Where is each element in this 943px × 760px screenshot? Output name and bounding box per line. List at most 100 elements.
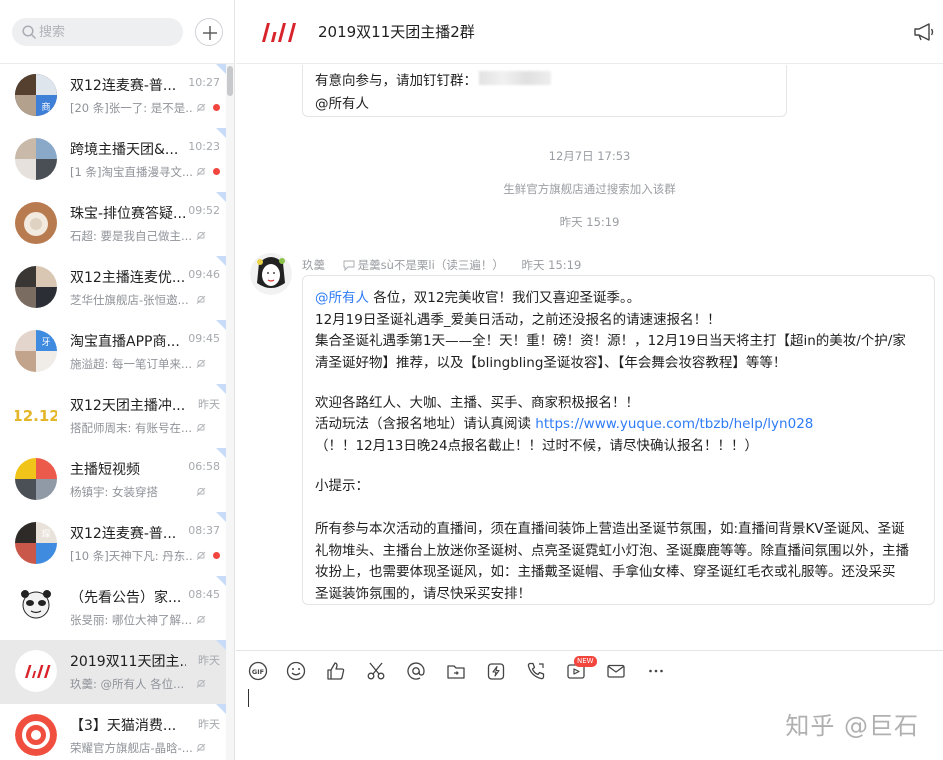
search-bar[interactable] — [12, 18, 183, 46]
thumbs-up-icon — [327, 662, 345, 680]
group-avatar: 商 — [15, 74, 57, 116]
quote-bubble-icon — [343, 260, 355, 271]
chat-header: 2019双11天团主播2群 — [236, 0, 943, 64]
conversation-item[interactable]: 跨境主播天团&... 10:23 [1 条]淘宝直播漫寻文... — [0, 128, 226, 192]
call-button[interactable] — [526, 661, 546, 681]
add-button[interactable] — [195, 18, 223, 46]
message-line: 圣诞装饰氛围的，请尽快采买安排！ — [315, 586, 531, 602]
svg-text:商: 商 — [41, 101, 50, 113]
message-input[interactable] — [250, 687, 750, 747]
conversation-item[interactable]: 琛 双12连麦赛-普... 08:37 [10 条]天神下凡: 丹东... — [0, 512, 226, 576]
conversation-time: 10:23 — [188, 140, 220, 153]
text-cursor — [248, 689, 249, 707]
mute-bell-icon — [196, 231, 206, 240]
corner-marker — [216, 128, 226, 138]
search-input[interactable] — [39, 22, 179, 42]
event-link[interactable]: https://www.yuque.com/tbzb/help/lyn028 — [535, 416, 813, 432]
timestamp-divider: 昨天 15:19 — [559, 215, 620, 229]
conversation-preview: [10 条]天神下凡: 丹东... — [70, 549, 194, 563]
conversation-item[interactable]: 12.12 双12天团主播冲... 昨天 搭配师周末: 有账号在... — [0, 384, 226, 448]
message-composer: GIF NEW 知乎 @巨石 — [236, 650, 943, 760]
conversation-sidebar: 商 双12连麦赛-普... 10:27 [20 条]张一了: 是不是... 跨境… — [0, 0, 235, 760]
message-line: 欢迎各路红人、大咖、主播、买手、商家积极报名！！ — [315, 395, 639, 411]
message-line: 礼物堆头、主播台上放迷你圣诞树、点亮圣诞霓虹小灯泡、圣诞麋鹿等等。除直播间氛围以… — [315, 543, 909, 559]
corner-marker — [216, 320, 226, 330]
conversation-item[interactable]: 牙 淘宝直播APP商... 09:45 施溢超: 每一笔订单来... — [0, 320, 226, 384]
conversation-preview: 张旻丽: 哪位大神了解... — [70, 613, 192, 627]
conversation-title: 淘宝直播APP商... — [70, 334, 180, 350]
mute-bell-icon — [196, 615, 206, 624]
ding-button[interactable] — [486, 661, 506, 681]
conversation-preview: [1 条]淘宝直播漫寻文... — [70, 165, 193, 179]
mail-icon — [607, 664, 625, 678]
message-text: 各位，双12完美收官！我们又喜迎圣诞季。。 — [369, 290, 641, 306]
mail-button[interactable] — [606, 661, 626, 681]
megaphone-icon[interactable] — [913, 22, 935, 42]
message-line: 所有参与本次活动的直播间，须在直播间装饰上营造出圣诞节氛围，如:直播间背景KV圣… — [315, 521, 905, 537]
message-line: 妆扮上，也需要体现圣诞风，如：主播戴圣诞帽、手拿仙女棒、穿圣诞红毛衣或礼服等。还… — [315, 564, 896, 580]
conversation-title: 主播短视频 — [70, 462, 140, 478]
mute-bell-icon — [196, 679, 206, 688]
gif-button[interactable]: GIF — [248, 661, 268, 681]
message-line: 小提示： — [315, 478, 369, 494]
group-avatar: 牙 — [15, 330, 57, 372]
group-avatar — [15, 266, 57, 308]
list-scrollbar[interactable] — [226, 64, 234, 760]
mute-bell-icon — [196, 743, 206, 752]
conversation-item-active[interactable]: 2019双11天团主... 昨天 玖羹: @所有人 各位... — [0, 640, 226, 704]
corner-marker — [216, 64, 226, 74]
conversation-title: 双12连麦赛-普... — [70, 526, 177, 542]
conversation-preview: 芝华仕旗舰店-张恒邀... — [70, 293, 189, 307]
message-area[interactable]: 有意向参与，请加钉钉群： @所有人 12月7日 17:53 生鲜官方旗舰店通过搜… — [236, 65, 943, 650]
double11-logo-avatar — [15, 650, 57, 692]
mute-bell-icon — [196, 103, 206, 112]
sender-avatar[interactable] — [250, 253, 292, 295]
unread-dot — [213, 168, 220, 175]
svg-text:12.12: 12.12 — [15, 407, 57, 425]
panda-avatar — [15, 586, 57, 628]
tmall-avatar — [15, 714, 57, 756]
sender-time: 昨天 15:19 — [521, 258, 582, 272]
more-button[interactable] — [646, 661, 666, 681]
watermark: 知乎 @巨石 — [785, 712, 919, 740]
system-notice: 生鲜官方旗舰店通过搜索加入该群 — [503, 182, 676, 196]
ellipsis-icon — [649, 669, 663, 673]
unread-dot — [213, 104, 220, 111]
mute-bell-icon — [196, 423, 206, 432]
conversation-item[interactable]: 双12主播连麦优... 09:46 芝华仕旗舰店-张恒邀... — [0, 256, 226, 320]
corner-marker — [216, 256, 226, 266]
list-scroll-thumb[interactable] — [227, 66, 233, 96]
conversation-time: 09:45 — [188, 332, 220, 345]
conversation-item[interactable]: （先看公告）家... 08:45 张旻丽: 哪位大神了解... — [0, 576, 226, 640]
message-bubble: 有意向参与，请加钉钉群： @所有人 — [302, 65, 787, 117]
mention-all[interactable]: @所有人 — [315, 290, 369, 306]
corner-marker — [216, 512, 226, 522]
group-logo: 12.12 — [15, 394, 57, 436]
file-button[interactable] — [446, 661, 466, 681]
conversation-item[interactable]: 商 双12连麦赛-普... 10:27 [20 条]张一了: 是不是... — [0, 64, 226, 128]
mute-bell-icon — [196, 295, 206, 304]
message-line: 集合圣诞礼遇季第1天——全！天！重！磅！资！源！，12月19日当天将主打【超in… — [315, 333, 906, 349]
message-line: 有意向参与，请加钉钉群： — [315, 73, 477, 89]
conversation-item[interactable]: 珠宝-排位赛答疑... 09:52 石超: 要是我自己做主... — [0, 192, 226, 256]
emoji-button[interactable] — [286, 661, 306, 681]
conversation-time: 06:58 — [188, 460, 220, 473]
phone-icon — [527, 662, 545, 680]
like-button[interactable] — [326, 661, 346, 681]
conversation-title: 双12连麦赛-普... — [70, 78, 177, 94]
plus-icon — [203, 26, 217, 40]
sender-name[interactable]: 玖羹 — [302, 258, 325, 272]
screenshot-button[interactable] — [366, 661, 386, 681]
message-line: 清圣诞好物】推荐，以及【blingbling圣诞妆容】、【年会舞会妆容教程】等等… — [315, 355, 787, 371]
conversation-preview: 杨镇宇: 女装穿搭 — [70, 485, 159, 499]
svg-text:琛: 琛 — [41, 529, 50, 540]
double11-logo-icon — [262, 23, 296, 42]
conversation-title: 双12主播连麦优... — [70, 270, 186, 286]
mention-button[interactable] — [406, 661, 426, 681]
conversation-item[interactable]: 主播短视频 06:58 杨镇宇: 女装穿搭 — [0, 448, 226, 512]
conversation-time: 昨天 — [198, 398, 220, 411]
conversation-time: 09:46 — [188, 268, 220, 281]
chat-title: 2019双11天团主播2群 — [318, 23, 475, 41]
conversation-preview: 搭配师周末: 有账号在... — [70, 421, 192, 435]
conversation-item[interactable]: 【3】天猫消费... 昨天 荣耀官方旗舰店-晶晗-... — [0, 704, 226, 760]
